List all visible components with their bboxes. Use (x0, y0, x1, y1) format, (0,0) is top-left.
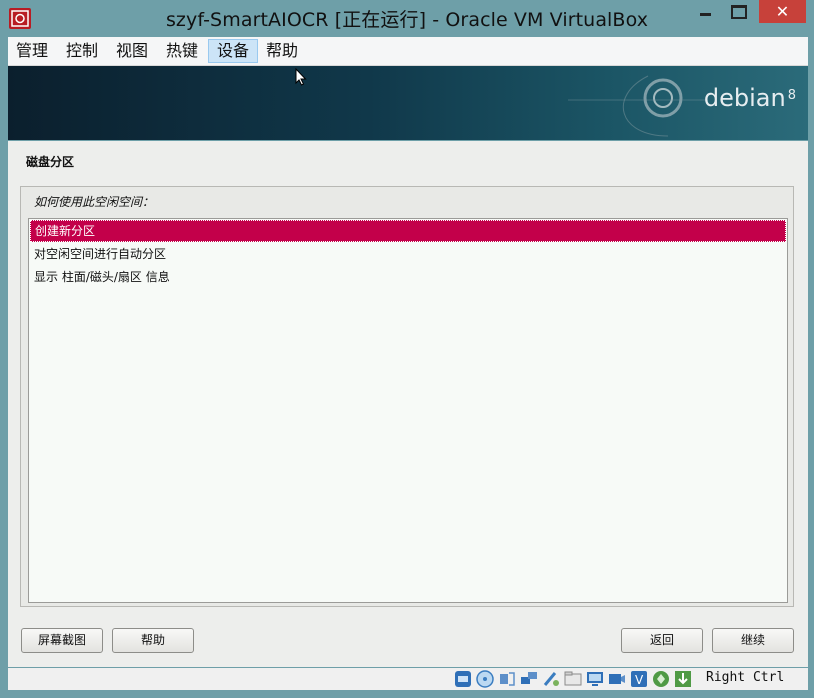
list-item-show-chs-info[interactable]: 显示 柱面/磁头/扇区 信息 (30, 266, 786, 288)
installer-panel: 磁盘分区 如何使用此空闲空间： 创建新分区 对空闲空间进行自动分区 显示 柱面/… (8, 141, 808, 667)
screenshot-button[interactable]: 屏幕截图 (21, 628, 103, 653)
display-icon[interactable] (585, 669, 605, 689)
minimize-icon (699, 13, 711, 16)
network-icon[interactable] (519, 669, 539, 689)
shared-folders-icon[interactable] (563, 669, 583, 689)
menu-help[interactable]: 帮助 (258, 39, 306, 63)
continue-button[interactable]: 继续 (712, 628, 794, 653)
download-icon[interactable] (673, 669, 693, 689)
menu-hotkeys[interactable]: 热键 (158, 39, 206, 63)
debian-installer-banner: debian 8 (8, 66, 808, 140)
menu-devices[interactable]: 设备 (208, 39, 259, 63)
usb-icon[interactable] (541, 669, 561, 689)
menu-control[interactable]: 控制 (58, 39, 106, 63)
status-bar: V Right Ctrl (8, 668, 808, 690)
hard-disk-icon[interactable] (453, 669, 473, 689)
svg-text:V: V (635, 673, 644, 687)
mouse-cursor-icon (295, 67, 307, 90)
close-icon: ✕ (775, 1, 790, 21)
mouse-integration-icon[interactable] (651, 669, 671, 689)
menu-bar: 管理 控制 视图 热键 设备 帮助 (8, 37, 808, 66)
back-button[interactable]: 返回 (621, 628, 703, 653)
audio-icon[interactable] (497, 669, 517, 689)
host-key-label: Right Ctrl (706, 670, 785, 685)
optical-drive-icon[interactable] (475, 669, 495, 689)
list-item-create-partition[interactable]: 创建新分区 (30, 220, 786, 242)
minimize-button[interactable] (688, 0, 722, 23)
debian-logo: debian 8 (703, 84, 796, 112)
video-capture-icon[interactable] (607, 669, 627, 689)
virtualbox-window: szyf-SmartAIOCR [正在运行] - Oracle VM Virtu… (0, 0, 814, 698)
virtualization-icon[interactable]: V (629, 669, 649, 689)
close-button[interactable]: ✕ (759, 0, 806, 23)
options-group: 如何使用此空闲空间： 创建新分区 对空闲空间进行自动分区 显示 柱面/磁头/扇区… (20, 186, 794, 607)
title-bar[interactable]: szyf-SmartAIOCR [正在运行] - Oracle VM Virtu… (0, 0, 814, 36)
menu-manage[interactable]: 管理 (8, 39, 56, 63)
menu-view[interactable]: 视图 (108, 39, 156, 63)
help-button[interactable]: 帮助 (112, 628, 194, 653)
section-title: 磁盘分区 (26, 155, 75, 169)
maximize-icon (731, 4, 747, 19)
banner-swirl-graphic (568, 75, 708, 137)
question-label: 如何使用此空闲空间： (34, 195, 155, 209)
options-list[interactable]: 创建新分区 对空闲空间进行自动分区 显示 柱面/磁头/扇区 信息 (28, 218, 788, 603)
list-item-auto-partition[interactable]: 对空闲空间进行自动分区 (30, 243, 786, 265)
maximize-button[interactable] (722, 0, 756, 23)
